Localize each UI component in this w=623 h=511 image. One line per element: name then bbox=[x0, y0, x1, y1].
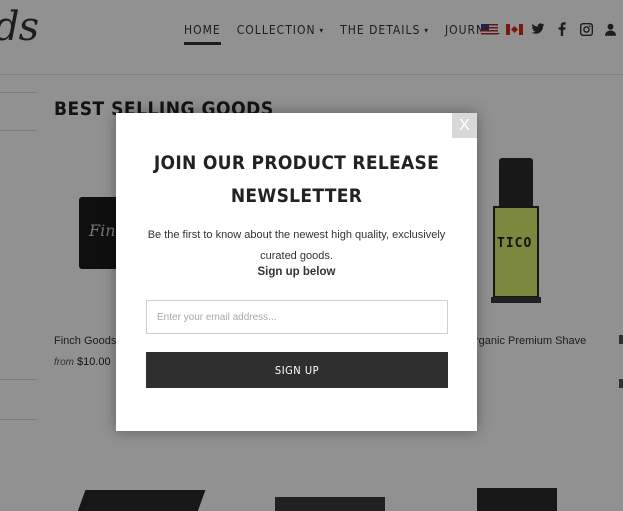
signup-button[interactable]: SIGN UP bbox=[146, 352, 448, 388]
close-button[interactable]: X bbox=[452, 113, 477, 138]
newsletter-modal: X JOIN OUR PRODUCT RELEASE NEWSLETTER Be… bbox=[116, 113, 477, 431]
modal-description: Be the first to know about the newest hi… bbox=[147, 229, 446, 262]
modal-subtext: Sign up below bbox=[257, 266, 336, 278]
email-input[interactable] bbox=[146, 300, 448, 334]
modal-title: JOIN OUR PRODUCT RELEASE NEWSLETTER bbox=[153, 152, 440, 207]
